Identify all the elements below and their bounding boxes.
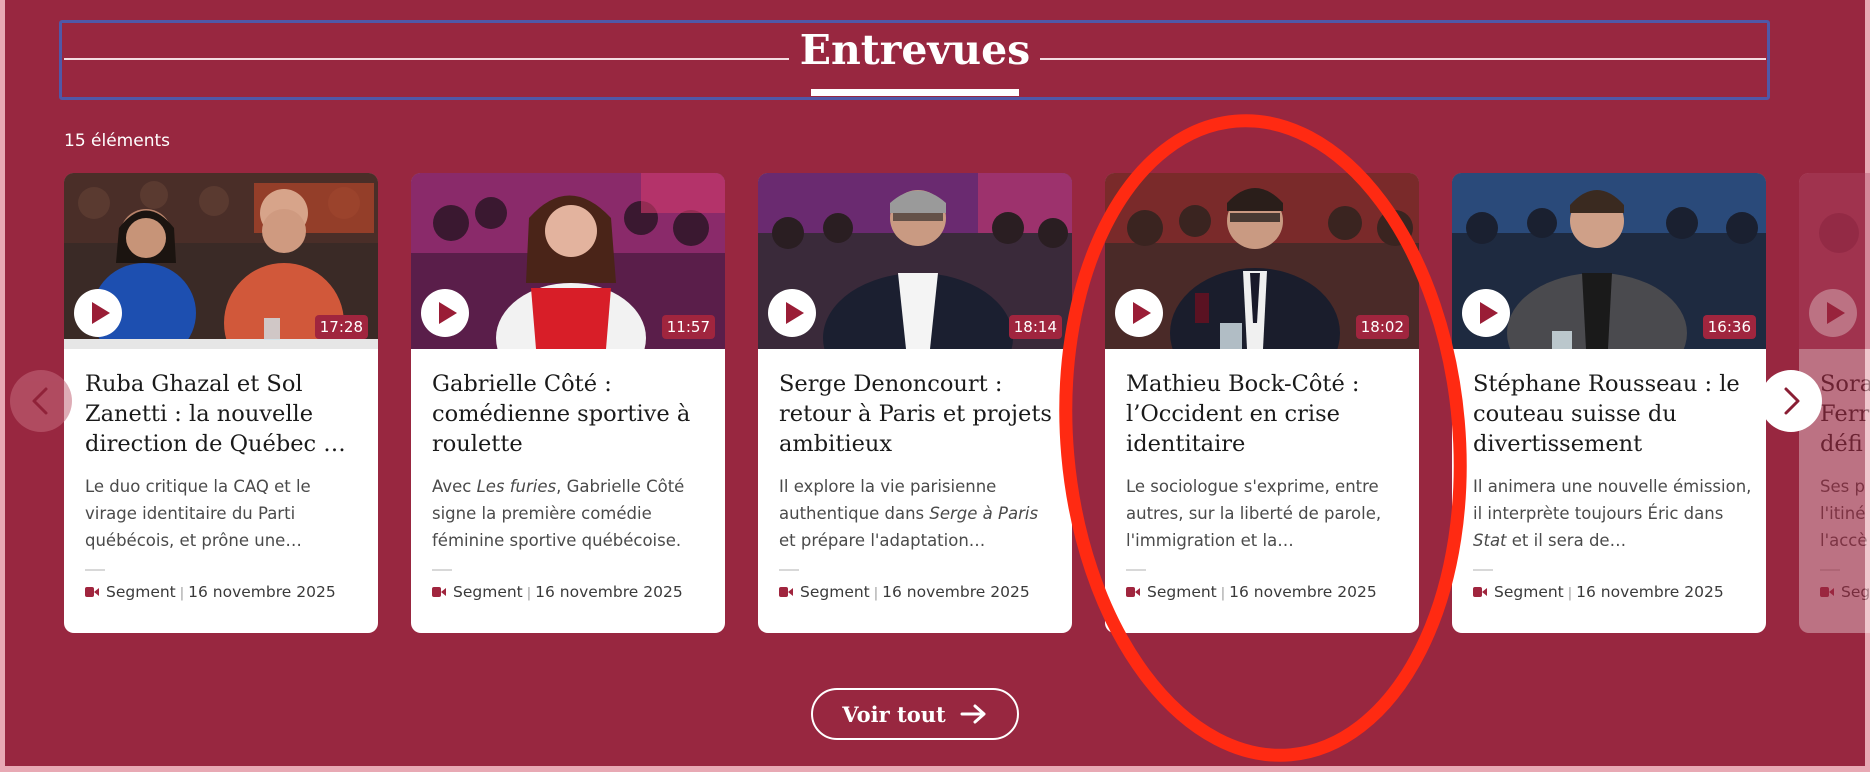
publish-date: 16 novembre 2025 xyxy=(1576,583,1724,601)
video-card[interactable]: 18:14 Serge Denoncourt : retour à Paris … xyxy=(758,173,1072,633)
card-description-text: Avec xyxy=(432,477,477,496)
publish-date: 16 novembre 2025 xyxy=(1229,583,1377,601)
play-icon[interactable] xyxy=(1115,289,1163,337)
title-rule-right xyxy=(1040,58,1766,60)
play-icon[interactable] xyxy=(1462,289,1510,337)
publish-date: 16 novembre 2025 xyxy=(535,583,683,601)
video-duration: 18:14 xyxy=(1008,315,1062,339)
card-meta: Segment | 16 novembre 2025 xyxy=(85,583,336,601)
content-type: Seg xyxy=(1841,583,1870,601)
section-title: Entrevues xyxy=(799,26,1031,74)
video-card[interactable]: 18:02 Mathieu Bock-Côté : l’Occident en … xyxy=(1105,173,1419,633)
card-title[interactable]: Mathieu Bock-Côté : l’Occident en crise … xyxy=(1126,369,1401,459)
title-rule-left xyxy=(64,58,789,60)
chevron-right-icon xyxy=(1784,387,1800,415)
video-card[interactable]: 11:57 Gabrielle Côté : comédienne sporti… xyxy=(411,173,725,633)
card-description-text: et il sera de… xyxy=(1506,531,1627,550)
publish-date: 16 novembre 2025 xyxy=(882,583,1030,601)
card-divider xyxy=(1820,569,1840,571)
see-all-label: Voir tout xyxy=(842,701,946,727)
play-icon[interactable] xyxy=(768,289,816,337)
video-thumbnail[interactable] xyxy=(1799,173,1870,349)
card-divider xyxy=(85,569,105,571)
content-type: Segment xyxy=(800,583,870,601)
card-title[interactable]: Serge Denoncourt : retour à Paris et pro… xyxy=(779,369,1054,459)
video-camera-icon xyxy=(1126,587,1140,597)
card-title[interactable]: Gabrielle Côté : comédienne sportive à r… xyxy=(432,369,707,459)
card-description: Le duo critique la CAQ et le virage iden… xyxy=(85,477,311,550)
show-title: Stat xyxy=(1473,531,1507,550)
video-card[interactable]: 16:36 Stéphane Rousseau : le couteau sui… xyxy=(1452,173,1766,633)
video-camera-icon xyxy=(1820,587,1834,597)
card-divider xyxy=(432,569,452,571)
video-thumbnail[interactable]: 17:28 xyxy=(64,173,378,349)
content-type: Segment xyxy=(1494,583,1564,601)
card-divider xyxy=(779,569,799,571)
card-divider xyxy=(1473,569,1493,571)
meta-separator: | xyxy=(873,586,879,601)
video-camera-icon xyxy=(85,587,99,597)
content-type: Segment xyxy=(1147,583,1217,601)
play-icon[interactable] xyxy=(1809,289,1857,337)
card-description: Le sociologue s'exprime, entre autres, s… xyxy=(1126,477,1382,550)
video-camera-icon xyxy=(779,587,793,597)
item-count: 15 éléments xyxy=(64,131,170,151)
meta-separator: | xyxy=(1220,586,1226,601)
card-description-text: Il animera une nouvelle émission, il int… xyxy=(1473,477,1752,523)
card-title[interactable]: Ruba Ghazal et Sol Zanetti : la nouvelle… xyxy=(85,369,360,459)
title-underline xyxy=(811,89,1019,96)
carousel-prev-button[interactable] xyxy=(10,370,72,432)
arrow-right-icon xyxy=(960,704,986,724)
see-all-button[interactable]: Voir tout xyxy=(811,688,1019,740)
card-meta: Segment | 16 novembre 2025 xyxy=(432,583,683,601)
card-description: Il animera une nouvelle émission, il int… xyxy=(1473,473,1753,554)
video-duration: 16:36 xyxy=(1702,315,1756,339)
video-camera-icon xyxy=(1473,587,1487,597)
card-meta: Segment | 16 novembre 2025 xyxy=(779,583,1030,601)
card-title[interactable]: Sora Ferr défi xyxy=(1820,369,1870,459)
card-description: Ses p l'itiné l'accè xyxy=(1820,477,1868,550)
meta-separator: | xyxy=(1567,586,1573,601)
content-type: Segment xyxy=(453,583,523,601)
video-thumbnail[interactable]: 16:36 xyxy=(1452,173,1766,349)
card-divider xyxy=(1126,569,1146,571)
play-icon[interactable] xyxy=(421,289,469,337)
video-thumbnail[interactable]: 11:57 xyxy=(411,173,725,349)
video-thumbnail[interactable]: 18:14 xyxy=(758,173,1072,349)
publish-date: 16 novembre 2025 xyxy=(188,583,336,601)
card-meta: Segment | 16 novembre 2025 xyxy=(1473,583,1724,601)
video-thumbnail[interactable]: 18:02 xyxy=(1105,173,1419,349)
video-duration: 11:57 xyxy=(661,315,715,339)
meta-separator: | xyxy=(179,586,185,601)
card-meta: Segment | 16 novembre 2025 xyxy=(1126,583,1377,601)
video-duration: 17:28 xyxy=(314,315,368,339)
show-title: Les furies xyxy=(476,477,557,496)
card-description: Il explore la vie parisienne authentique… xyxy=(779,473,1059,554)
card-meta: Seg xyxy=(1820,583,1870,601)
video-duration: 18:02 xyxy=(1355,315,1409,339)
meta-separator: | xyxy=(526,586,532,601)
chevron-left-icon xyxy=(32,387,48,415)
content-type: Segment xyxy=(106,583,176,601)
play-icon[interactable] xyxy=(74,289,122,337)
carousel-next-button[interactable] xyxy=(1760,370,1822,432)
card-title[interactable]: Stéphane Rousseau : le couteau suisse du… xyxy=(1473,369,1748,459)
card-description: Avec Les furies, Gabrielle Côté signe la… xyxy=(432,473,712,554)
card-description-text: et prépare l'adaptation… xyxy=(779,531,986,550)
video-camera-icon xyxy=(432,587,446,597)
show-title: Serge à Paris xyxy=(929,504,1039,523)
video-card[interactable]: 17:28 Ruba Ghazal et Sol Zanetti : la no… xyxy=(64,173,378,633)
